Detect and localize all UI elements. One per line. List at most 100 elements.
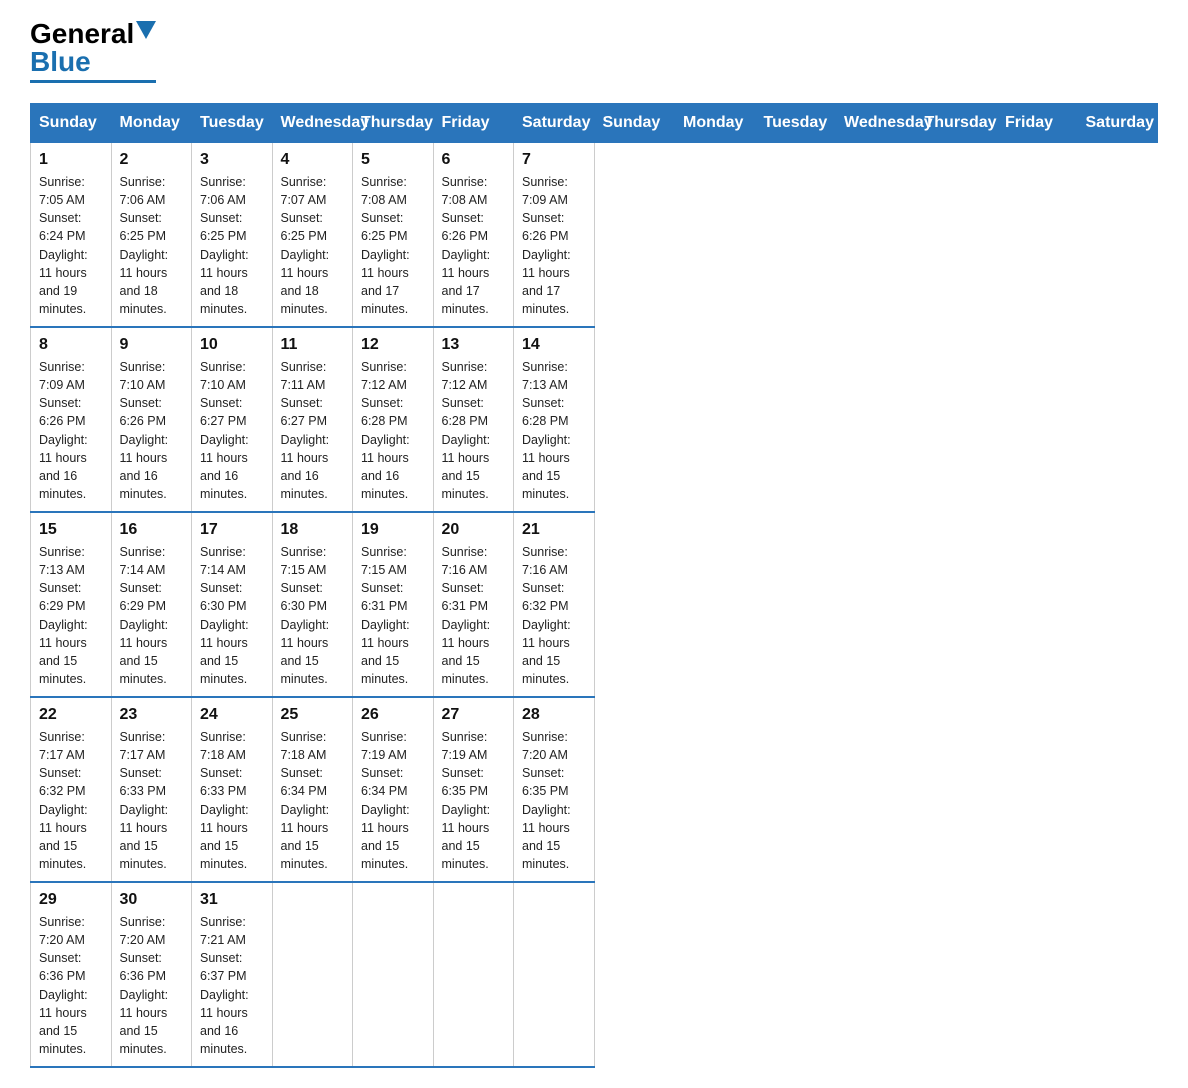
day-number: 19	[361, 521, 425, 539]
day-info: Sunrise: 7:06 AMSunset: 6:25 PMDaylight:…	[120, 175, 169, 316]
day-info: Sunrise: 7:10 AMSunset: 6:27 PMDaylight:…	[200, 360, 249, 501]
calendar-cell: 30 Sunrise: 7:20 AMSunset: 6:36 PMDaylig…	[111, 882, 192, 1067]
day-info: Sunrise: 7:18 AMSunset: 6:33 PMDaylight:…	[200, 730, 249, 871]
column-header-friday: Friday	[997, 104, 1078, 143]
day-number: 15	[39, 521, 103, 539]
calendar-cell: 9 Sunrise: 7:10 AMSunset: 6:26 PMDayligh…	[111, 327, 192, 512]
calendar-week-1: 1 Sunrise: 7:05 AMSunset: 6:24 PMDayligh…	[31, 143, 1158, 328]
day-number: 18	[281, 521, 345, 539]
day-number: 14	[522, 336, 586, 354]
day-info: Sunrise: 7:09 AMSunset: 6:26 PMDaylight:…	[522, 175, 571, 316]
column-header-monday: Monday	[675, 104, 756, 143]
logo-blue-text: Blue	[30, 48, 91, 76]
logo-general-text: General	[30, 20, 134, 48]
calendar-week-4: 22 Sunrise: 7:17 AMSunset: 6:32 PMDaylig…	[31, 697, 1158, 882]
column-header-thursday: Thursday	[353, 104, 434, 143]
calendar-cell: 7 Sunrise: 7:09 AMSunset: 6:26 PMDayligh…	[514, 143, 595, 328]
calendar-cell: 11 Sunrise: 7:11 AMSunset: 6:27 PMDaylig…	[272, 327, 353, 512]
day-number: 20	[442, 521, 506, 539]
day-number: 5	[361, 151, 425, 169]
day-info: Sunrise: 7:07 AMSunset: 6:25 PMDaylight:…	[281, 175, 330, 316]
calendar-cell: 27 Sunrise: 7:19 AMSunset: 6:35 PMDaylig…	[433, 697, 514, 882]
calendar-table: SundayMondayTuesdayWednesdayThursdayFrid…	[30, 103, 1158, 1068]
calendar-cell: 14 Sunrise: 7:13 AMSunset: 6:28 PMDaylig…	[514, 327, 595, 512]
day-number: 30	[120, 891, 184, 909]
calendar-cell: 24 Sunrise: 7:18 AMSunset: 6:33 PMDaylig…	[192, 697, 273, 882]
calendar-cell: 1 Sunrise: 7:05 AMSunset: 6:24 PMDayligh…	[31, 143, 112, 328]
logo: General Blue	[30, 20, 156, 83]
day-info: Sunrise: 7:08 AMSunset: 6:26 PMDaylight:…	[442, 175, 491, 316]
day-number: 24	[200, 706, 264, 724]
calendar-cell	[272, 882, 353, 1067]
column-header-friday: Friday	[433, 104, 514, 143]
calendar-cell: 17 Sunrise: 7:14 AMSunset: 6:30 PMDaylig…	[192, 512, 273, 697]
day-number: 6	[442, 151, 506, 169]
day-info: Sunrise: 7:20 AMSunset: 6:36 PMDaylight:…	[39, 915, 88, 1056]
calendar-week-3: 15 Sunrise: 7:13 AMSunset: 6:29 PMDaylig…	[31, 512, 1158, 697]
calendar-cell	[514, 882, 595, 1067]
day-info: Sunrise: 7:15 AMSunset: 6:30 PMDaylight:…	[281, 545, 330, 686]
calendar-header-row: SundayMondayTuesdayWednesdayThursdayFrid…	[31, 104, 1158, 143]
day-info: Sunrise: 7:05 AMSunset: 6:24 PMDaylight:…	[39, 175, 88, 316]
column-header-tuesday: Tuesday	[755, 104, 836, 143]
day-number: 13	[442, 336, 506, 354]
calendar-cell	[433, 882, 514, 1067]
calendar-cell: 4 Sunrise: 7:07 AMSunset: 6:25 PMDayligh…	[272, 143, 353, 328]
day-info: Sunrise: 7:20 AMSunset: 6:35 PMDaylight:…	[522, 730, 571, 871]
page-header: General Blue	[30, 20, 1158, 83]
calendar-cell: 18 Sunrise: 7:15 AMSunset: 6:30 PMDaylig…	[272, 512, 353, 697]
day-info: Sunrise: 7:18 AMSunset: 6:34 PMDaylight:…	[281, 730, 330, 871]
day-number: 25	[281, 706, 345, 724]
day-number: 28	[522, 706, 586, 724]
day-info: Sunrise: 7:09 AMSunset: 6:26 PMDaylight:…	[39, 360, 88, 501]
calendar-cell: 19 Sunrise: 7:15 AMSunset: 6:31 PMDaylig…	[353, 512, 434, 697]
day-info: Sunrise: 7:13 AMSunset: 6:29 PMDaylight:…	[39, 545, 88, 686]
day-info: Sunrise: 7:16 AMSunset: 6:32 PMDaylight:…	[522, 545, 571, 686]
day-number: 9	[120, 336, 184, 354]
calendar-cell: 25 Sunrise: 7:18 AMSunset: 6:34 PMDaylig…	[272, 697, 353, 882]
day-info: Sunrise: 7:14 AMSunset: 6:29 PMDaylight:…	[120, 545, 169, 686]
day-number: 11	[281, 336, 345, 354]
calendar-cell: 28 Sunrise: 7:20 AMSunset: 6:35 PMDaylig…	[514, 697, 595, 882]
calendar-cell: 31 Sunrise: 7:21 AMSunset: 6:37 PMDaylig…	[192, 882, 273, 1067]
logo-triangle-icon	[136, 21, 156, 39]
calendar-cell: 16 Sunrise: 7:14 AMSunset: 6:29 PMDaylig…	[111, 512, 192, 697]
calendar-cell: 10 Sunrise: 7:10 AMSunset: 6:27 PMDaylig…	[192, 327, 273, 512]
day-info: Sunrise: 7:20 AMSunset: 6:36 PMDaylight:…	[120, 915, 169, 1056]
day-number: 16	[120, 521, 184, 539]
day-number: 2	[120, 151, 184, 169]
day-number: 27	[442, 706, 506, 724]
day-number: 21	[522, 521, 586, 539]
day-number: 3	[200, 151, 264, 169]
calendar-cell: 2 Sunrise: 7:06 AMSunset: 6:25 PMDayligh…	[111, 143, 192, 328]
calendar-cell: 22 Sunrise: 7:17 AMSunset: 6:32 PMDaylig…	[31, 697, 112, 882]
calendar-cell: 20 Sunrise: 7:16 AMSunset: 6:31 PMDaylig…	[433, 512, 514, 697]
calendar-cell: 12 Sunrise: 7:12 AMSunset: 6:28 PMDaylig…	[353, 327, 434, 512]
calendar-week-5: 29 Sunrise: 7:20 AMSunset: 6:36 PMDaylig…	[31, 882, 1158, 1067]
day-info: Sunrise: 7:06 AMSunset: 6:25 PMDaylight:…	[200, 175, 249, 316]
column-header-saturday: Saturday	[1077, 104, 1158, 143]
calendar-cell: 21 Sunrise: 7:16 AMSunset: 6:32 PMDaylig…	[514, 512, 595, 697]
day-number: 29	[39, 891, 103, 909]
calendar-cell: 6 Sunrise: 7:08 AMSunset: 6:26 PMDayligh…	[433, 143, 514, 328]
day-info: Sunrise: 7:12 AMSunset: 6:28 PMDaylight:…	[442, 360, 491, 501]
day-info: Sunrise: 7:21 AMSunset: 6:37 PMDaylight:…	[200, 915, 249, 1056]
day-info: Sunrise: 7:17 AMSunset: 6:33 PMDaylight:…	[120, 730, 169, 871]
day-number: 7	[522, 151, 586, 169]
calendar-cell: 8 Sunrise: 7:09 AMSunset: 6:26 PMDayligh…	[31, 327, 112, 512]
calendar-week-2: 8 Sunrise: 7:09 AMSunset: 6:26 PMDayligh…	[31, 327, 1158, 512]
column-header-monday: Monday	[111, 104, 192, 143]
column-header-sunday: Sunday	[31, 104, 112, 143]
day-info: Sunrise: 7:16 AMSunset: 6:31 PMDaylight:…	[442, 545, 491, 686]
calendar-cell: 23 Sunrise: 7:17 AMSunset: 6:33 PMDaylig…	[111, 697, 192, 882]
day-info: Sunrise: 7:15 AMSunset: 6:31 PMDaylight:…	[361, 545, 410, 686]
day-number: 22	[39, 706, 103, 724]
calendar-cell	[353, 882, 434, 1067]
day-info: Sunrise: 7:12 AMSunset: 6:28 PMDaylight:…	[361, 360, 410, 501]
calendar-cell: 3 Sunrise: 7:06 AMSunset: 6:25 PMDayligh…	[192, 143, 273, 328]
day-info: Sunrise: 7:17 AMSunset: 6:32 PMDaylight:…	[39, 730, 88, 871]
day-info: Sunrise: 7:19 AMSunset: 6:35 PMDaylight:…	[442, 730, 491, 871]
calendar-cell: 13 Sunrise: 7:12 AMSunset: 6:28 PMDaylig…	[433, 327, 514, 512]
day-number: 12	[361, 336, 425, 354]
day-info: Sunrise: 7:14 AMSunset: 6:30 PMDaylight:…	[200, 545, 249, 686]
